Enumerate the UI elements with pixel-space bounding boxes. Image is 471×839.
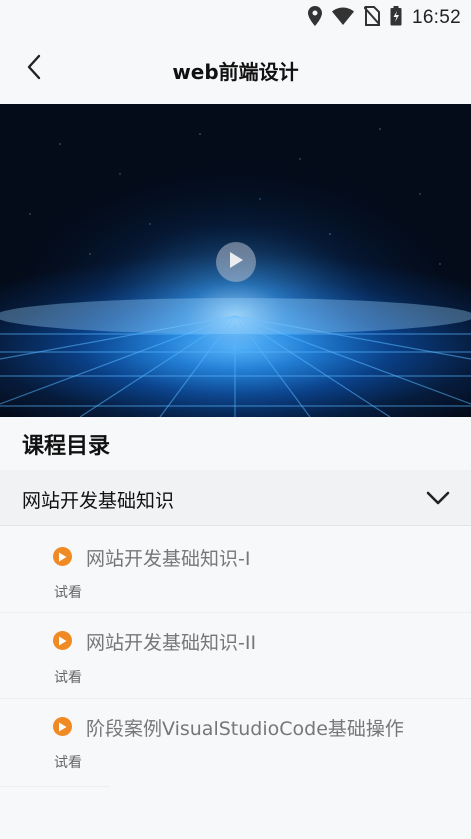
- lesson-item[interactable]: 阶段案例VisualStudioCode基础操作 试看: [0, 699, 471, 787]
- list-bottom: [0, 787, 471, 839]
- lesson-item[interactable]: 网站开发基础知识-II 试看: [0, 613, 471, 699]
- chapter-header[interactable]: 网站开发基础知识: [0, 470, 471, 526]
- battery-icon: [390, 6, 402, 30]
- lesson-title: 网站开发基础知识-I: [86, 548, 251, 570]
- lesson-item[interactable]: 网站开发基础知识-I 试看: [0, 527, 471, 613]
- status-icons: 16:52: [307, 6, 461, 30]
- no-sim-icon: [363, 6, 381, 30]
- status-bar: 16:52: [0, 0, 471, 34]
- play-button[interactable]: [216, 242, 256, 282]
- location-icon: [307, 6, 322, 30]
- page-title: web前端设计: [172, 60, 299, 84]
- trial-badge: 试看: [54, 755, 82, 771]
- nav-bar: web前端设计: [0, 34, 471, 104]
- lesson-play-icon: [53, 631, 72, 650]
- lesson-title: 阶段案例VisualStudioCode基础操作: [86, 718, 404, 740]
- chevron-down-icon[interactable]: [425, 486, 451, 510]
- trial-badge: 试看: [54, 670, 82, 686]
- lesson-title: 网站开发基础知识-II: [86, 632, 257, 654]
- trial-badge: 试看: [54, 585, 82, 601]
- status-time: 16:52: [411, 7, 461, 28]
- play-icon: [228, 251, 244, 273]
- catalog-title: 课程目录: [22, 434, 111, 459]
- lesson-play-icon: [53, 547, 72, 566]
- lesson-play-icon: [53, 717, 72, 736]
- chapter-title: 网站开发基础知识: [22, 490, 175, 512]
- wifi-icon: [331, 7, 354, 29]
